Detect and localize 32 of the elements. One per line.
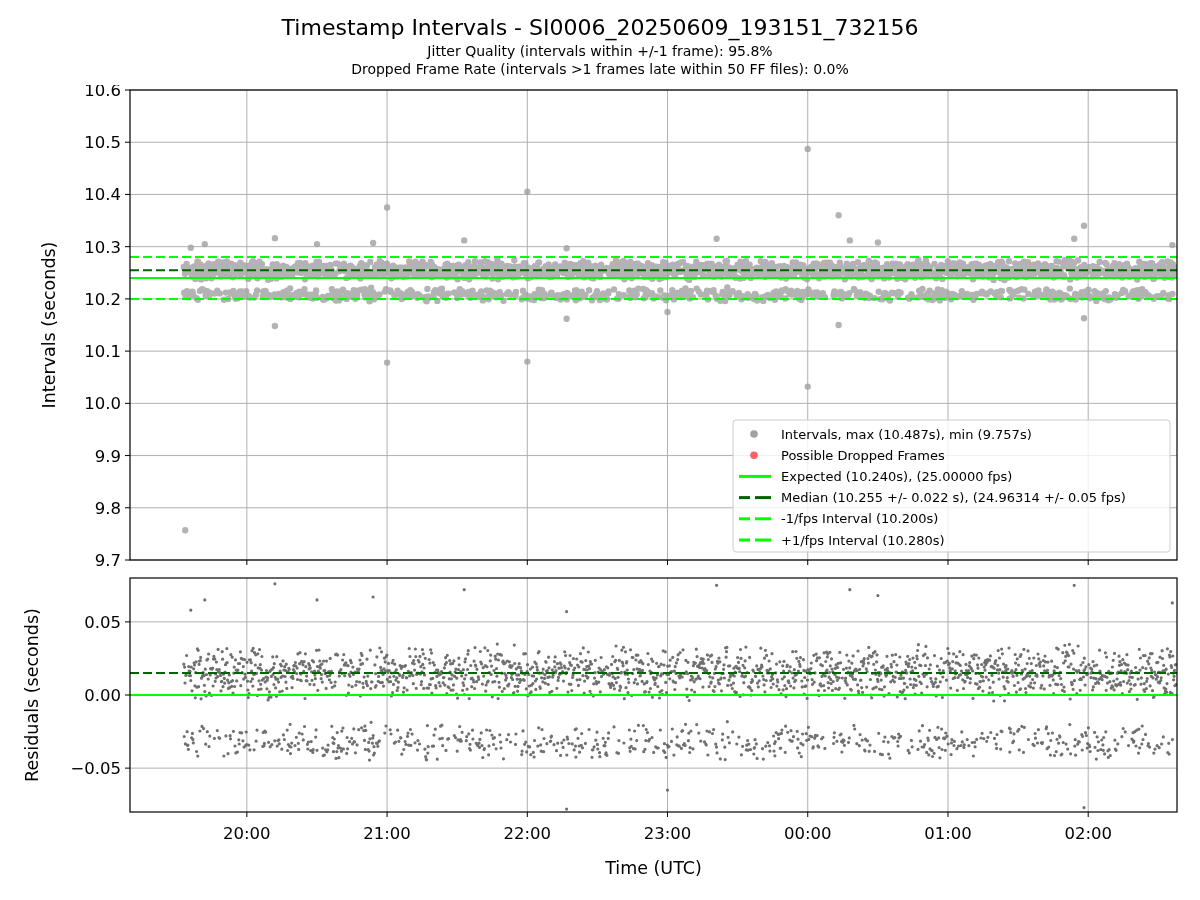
y-tick-label: 9.8 bbox=[94, 498, 121, 518]
y-tick-label: 0.00 bbox=[84, 686, 121, 705]
y-tick-label: 10.2 bbox=[84, 289, 121, 309]
figure-subtitle: Dropped Frame Rate (intervals >1 frames late within 50 FF files): 0.0% bbox=[351, 60, 849, 78]
x-tick-label: 22:00 bbox=[503, 824, 552, 843]
legend-label: Median (10.255 +/- 0.022 s), (24.96314 +/- 0.05 fps) bbox=[781, 490, 1126, 506]
legend-label: Possible Dropped Frames bbox=[781, 447, 945, 463]
figure-title: Timestamp Intervals - SI0006_20250609_193151_732156 bbox=[281, 14, 919, 42]
x-axis-label: Time (UTC) bbox=[605, 858, 702, 878]
y-tick-label: 0.05 bbox=[84, 612, 121, 632]
y-axis-label: Intervals (seconds) bbox=[39, 241, 59, 409]
legend-label: Expected (10.240s), (25.00000 fps) bbox=[781, 468, 1013, 484]
y-tick-label: 10.0 bbox=[84, 394, 121, 414]
y-tick-label: 10.5 bbox=[84, 133, 121, 153]
x-tick-label: 23:00 bbox=[643, 824, 692, 843]
legend-label: -1/fps Interval (10.200s) bbox=[781, 511, 939, 527]
y-tick-label: −0.05 bbox=[70, 759, 121, 779]
y-tick-label: 10.3 bbox=[84, 237, 121, 257]
figure-subtitle: Jitter Quality (intervals within +/-1 frame): 95.8% bbox=[427, 42, 773, 60]
legend-label: +1/fps Interval (10.280s) bbox=[781, 532, 945, 548]
y-tick-label: 9.7 bbox=[94, 551, 121, 570]
x-tick-label: 21:00 bbox=[363, 824, 411, 843]
x-tick-label: 01:00 bbox=[924, 824, 972, 843]
y-tick-label: 10.4 bbox=[84, 185, 121, 205]
y-tick-label: 10.1 bbox=[84, 342, 121, 362]
legend-label: Intervals, max (10.487s), min (9.757s) bbox=[781, 426, 1032, 442]
x-tick-label: 20:00 bbox=[223, 824, 271, 843]
y-axis-label: Residuals (seconds) bbox=[22, 608, 42, 782]
x-tick-label: 02:00 bbox=[1064, 824, 1112, 843]
y-tick-label: 9.9 bbox=[94, 446, 121, 466]
x-tick-label: 00:00 bbox=[783, 824, 832, 843]
legend-line-icon bbox=[739, 474, 771, 478]
